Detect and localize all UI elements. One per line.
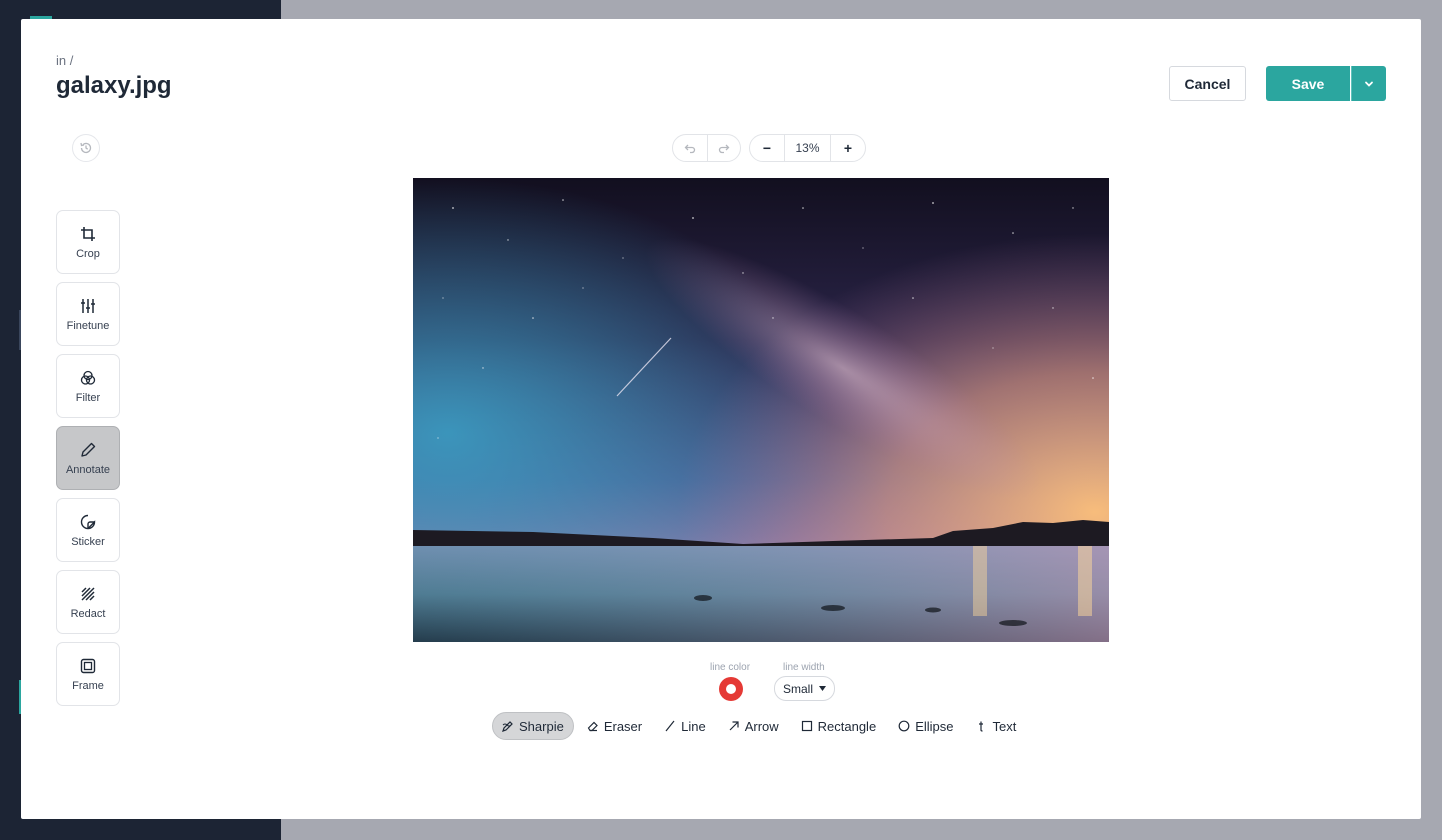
tool-label: Sticker	[71, 535, 105, 548]
tool-sticker[interactable]: Sticker	[56, 498, 120, 562]
chevron-down-icon	[1365, 81, 1373, 87]
shape-line[interactable]: Line	[655, 712, 715, 740]
shape-eraser[interactable]: Eraser	[578, 712, 651, 740]
shape-arrow[interactable]: Arrow	[719, 712, 788, 740]
galaxy-photo	[413, 178, 1109, 642]
line-width-select[interactable]: Small	[774, 676, 835, 701]
shape-label: Ellipse	[915, 718, 954, 734]
zoom-in-button[interactable]: +	[831, 135, 865, 161]
shape-label: Rectangle	[817, 718, 877, 734]
rectangle-icon	[801, 720, 812, 732]
redo-button[interactable]	[706, 135, 741, 161]
history-button[interactable]	[72, 134, 100, 162]
image-editor-modal: in / galaxy.jpg Cancel Save Crop Finetun…	[21, 19, 1421, 819]
eraser-icon	[587, 721, 598, 732]
line-color-swatch[interactable]	[719, 677, 743, 701]
line-width-value: Small	[782, 681, 813, 696]
tool-finetune[interactable]: Finetune	[56, 282, 120, 346]
tool-label: Crop	[76, 247, 100, 260]
sliders-icon	[79, 297, 97, 315]
history-controls	[672, 134, 741, 162]
history-icon	[80, 142, 92, 154]
undo-icon	[684, 144, 695, 154]
tool-sidebar: Crop Finetune Filter Annotate Sticker Re…	[56, 210, 120, 714]
tool-label: Annotate	[65, 463, 111, 476]
filter-circles-icon	[79, 369, 97, 387]
text-icon	[979, 721, 984, 732]
shape-label: Line	[681, 718, 706, 734]
sticker-icon	[79, 513, 97, 531]
zoom-out-button[interactable]: −	[750, 135, 784, 161]
redact-hatch-icon	[79, 585, 97, 603]
zoom-level[interactable]: 13%	[784, 135, 831, 161]
ellipse-icon	[898, 720, 910, 732]
tool-crop[interactable]: Crop	[56, 210, 120, 274]
page-title: galaxy.jpg	[56, 72, 172, 99]
shape-label: Text	[992, 718, 1017, 734]
sharpie-icon	[502, 721, 513, 732]
tool-redact[interactable]: Redact	[56, 570, 120, 634]
save-button[interactable]: Save	[1266, 66, 1350, 101]
tool-label: Finetune	[66, 319, 110, 332]
line-color-label: line color	[710, 662, 751, 673]
shape-rectangle[interactable]: Rectangle	[792, 712, 886, 740]
undo-button[interactable]	[673, 135, 707, 161]
tool-label: Redact	[70, 607, 106, 620]
breadcrumb[interactable]: in /	[56, 53, 73, 68]
cancel-button[interactable]: Cancel	[1169, 66, 1246, 101]
shape-label: Sharpie	[519, 718, 564, 734]
shape-sharpie[interactable]: Sharpie	[492, 712, 574, 740]
arrow-icon	[729, 721, 739, 731]
pencil-icon	[79, 441, 97, 459]
save-options-button[interactable]	[1351, 66, 1386, 101]
tool-label: Filter	[75, 391, 101, 404]
shape-label: Arrow	[744, 718, 779, 734]
frame-icon	[79, 657, 97, 675]
shape-ellipse[interactable]: Ellipse	[889, 712, 962, 740]
tool-annotate[interactable]: Annotate	[56, 426, 120, 490]
redo-icon	[718, 144, 730, 154]
tool-label: Frame	[72, 679, 104, 692]
tool-filter[interactable]: Filter	[56, 354, 120, 418]
shape-text[interactable]: Text	[966, 712, 1025, 740]
caret-down-icon	[819, 686, 826, 691]
line-icon	[665, 720, 675, 732]
shape-label: Eraser	[603, 718, 643, 734]
image-canvas[interactable]	[413, 178, 1109, 642]
line-width-label: line width	[783, 662, 825, 673]
tool-frame[interactable]: Frame	[56, 642, 120, 706]
annotate-shape-toolbar: Sharpie Eraser Line Arrow Rectangle Elli…	[492, 712, 1029, 740]
zoom-controls: − 13% +	[749, 134, 866, 162]
crop-icon	[79, 225, 97, 243]
swatch-center	[726, 684, 736, 694]
